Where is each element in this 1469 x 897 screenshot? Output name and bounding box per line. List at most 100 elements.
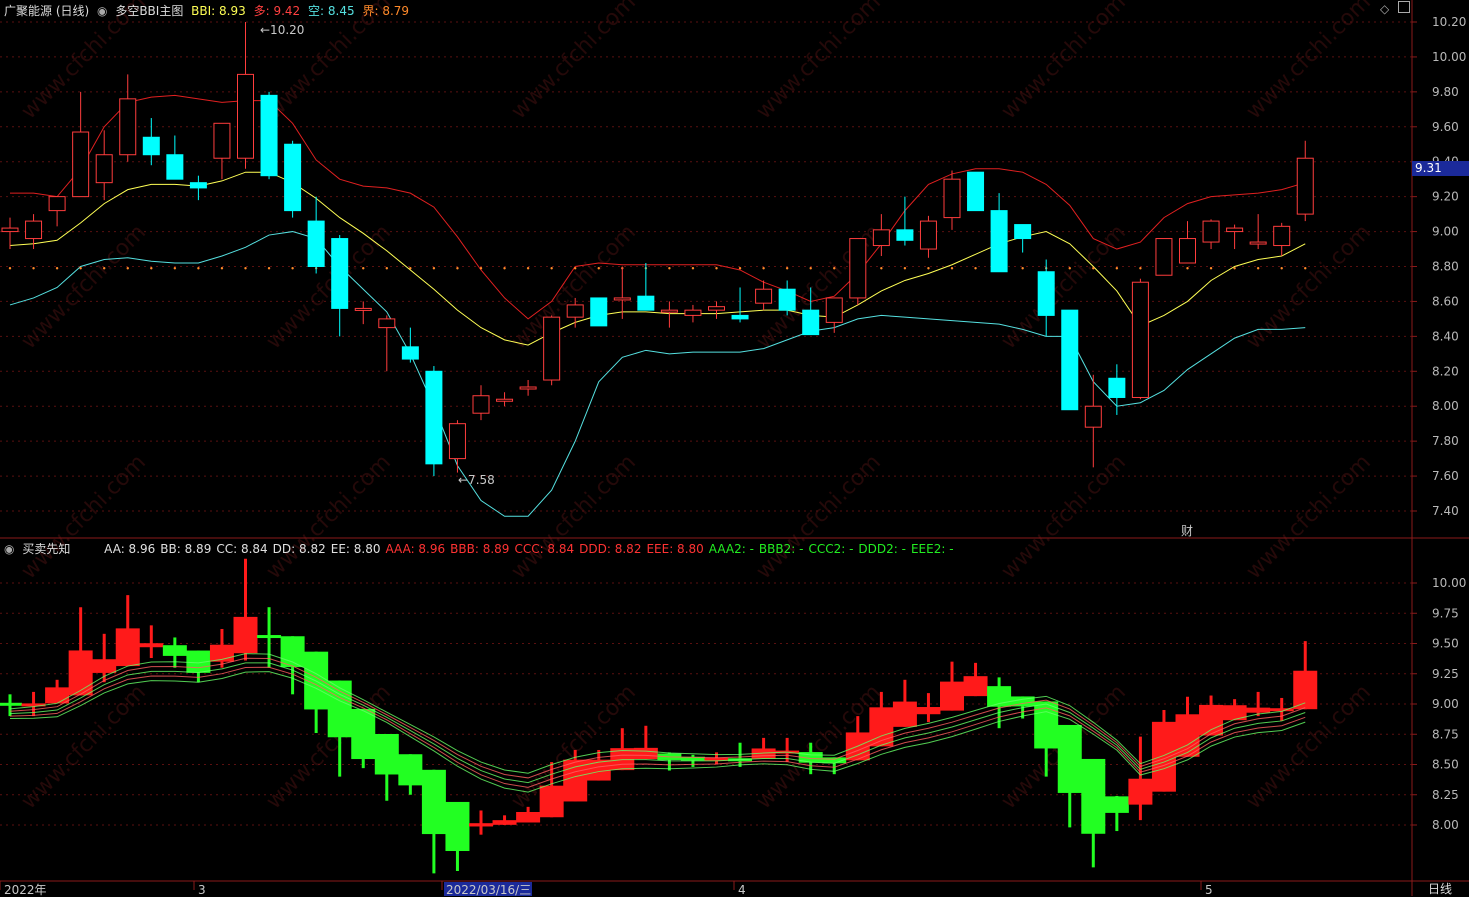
watermark-text: www.cfchi.com [1242, 0, 1376, 124]
jie-dot [244, 267, 247, 270]
date-label: 3 [198, 883, 206, 896]
candle-body [872, 229, 890, 247]
lower-value-10: AAA2: - [708, 542, 754, 556]
jie-dot [1233, 267, 1236, 270]
jie-dot [432, 267, 436, 270]
jie-dot [785, 267, 789, 270]
jie-dot [833, 267, 836, 270]
watermark-text: www.cfchi.com [752, 450, 886, 584]
lower-value-8: DDD: 8.82 [579, 542, 642, 556]
lower-value-0: AA: 8.96 [104, 542, 156, 556]
maximize-icon[interactable] [1398, 1, 1410, 13]
candle-body [1014, 224, 1032, 240]
lower-candle-body [92, 659, 117, 673]
lower-candle-body [940, 681, 964, 711]
jie-dot [1304, 267, 1307, 270]
candle-body [990, 210, 1008, 273]
lower-candle-body [0, 702, 22, 706]
jie-label: 界: [362, 4, 379, 18]
jie-dot [809, 267, 812, 270]
jie-dot [1186, 267, 1189, 270]
top-header: 广聚能源 (日线) ◉ 多空BBI主图 BBI: 8.93 多: 9.42 空:… [4, 2, 413, 19]
candle-body [142, 136, 160, 156]
bbi-value: 8.93 [219, 4, 246, 18]
candle-body [1155, 238, 1173, 276]
lower-candle-body [1175, 714, 1200, 757]
candle-body [566, 304, 584, 318]
candle-body [472, 395, 490, 414]
jie-dot [1021, 267, 1024, 270]
lower-value-14: EEE2: - [910, 542, 954, 556]
lower-candle-body [633, 747, 658, 760]
candle-body [755, 288, 773, 304]
lower-candle-body [1081, 758, 1106, 834]
lower-candle-body [68, 650, 93, 696]
jie-dot [1256, 267, 1260, 270]
lower-candle-body [516, 811, 541, 823]
candle-body [260, 94, 278, 177]
lower-candle-body [351, 708, 376, 760]
watermark-text: www.cfchi.com [507, 0, 641, 124]
y-tick-label: 7.60 [1432, 469, 1459, 483]
high-annotation: ←10.20 [260, 23, 304, 37]
jie-dot [503, 267, 506, 270]
lower-candle-body [469, 823, 493, 827]
watermark-text: www.cfchi.com [17, 220, 151, 354]
lower-candle-body [1246, 707, 1271, 713]
y-tick-label: 8.20 [1432, 364, 1459, 378]
jie-dot [974, 267, 977, 270]
y-tick-label: 10.00 [1432, 50, 1466, 64]
candle-body [1, 227, 19, 233]
jie-dot [126, 267, 129, 270]
jie-dot [738, 267, 742, 270]
jie-dot [291, 267, 294, 270]
candle-body [1273, 225, 1291, 247]
stock-title[interactable]: 广聚能源 (日线) [4, 4, 89, 18]
lower-candle-body [374, 733, 399, 775]
diamond-icon[interactable]: ◇ [1380, 2, 1389, 16]
y-tick-label: 9.20 [1432, 190, 1459, 204]
lower-value-5: AAA: 8.96 [385, 542, 446, 556]
bottom-header: ◉ 买卖先知 AA: 8.96 BB: 8.89 CC: 8.84 DD: 8.82 E… [4, 540, 963, 557]
lower-candle-body [1034, 701, 1059, 749]
candle-body [307, 220, 325, 267]
jie-dot [55, 267, 59, 270]
jie-dot [880, 267, 883, 270]
lower-indicator-name[interactable]: 买卖先知 [22, 542, 70, 556]
y-tick-label: 10.00 [1432, 576, 1466, 590]
watermark-text: www.cfchi.com [997, 0, 1131, 124]
candle-body [590, 297, 608, 327]
candle-body [1131, 281, 1149, 398]
candle-body [708, 306, 725, 311]
jie-dot [526, 267, 530, 270]
candle-body [95, 154, 113, 184]
jie-dot [1068, 267, 1071, 270]
y-tick-label: 8.25 [1432, 788, 1459, 802]
y-tick-label: 8.75 [1432, 727, 1459, 741]
y-tick-label: 8.00 [1432, 818, 1459, 832]
jie-dot [574, 267, 577, 270]
y-tick-label: 9.00 [1432, 225, 1459, 239]
low-annotation: ←7.58 [458, 473, 495, 487]
lower-candle-body [45, 687, 70, 704]
candle-body [331, 238, 349, 309]
jie-dot [762, 267, 765, 270]
y-tick-label: 7.80 [1432, 434, 1459, 448]
lower-candle-body [1104, 796, 1129, 813]
duo-value: 9.42 [273, 4, 301, 18]
candle-body [637, 295, 655, 311]
indicator-menu-icon[interactable]: ◉ [4, 542, 14, 556]
candle-body [1249, 241, 1267, 245]
candle-body [778, 288, 796, 311]
indicator-menu-icon[interactable]: ◉ [97, 4, 107, 18]
jie-dot [1209, 267, 1213, 270]
y-tick-label: 7.40 [1432, 504, 1459, 518]
period-label[interactable]: 日线 [1428, 880, 1452, 897]
indicator-name[interactable]: 多空BBI主图 [115, 4, 183, 18]
bbi-line [9, 171, 1306, 346]
candle-body [48, 196, 66, 212]
candle-body [1061, 309, 1079, 411]
date-label: 5 [1205, 883, 1213, 896]
bbi-label: BBI: [191, 4, 216, 18]
lower-candle-body [115, 628, 140, 667]
